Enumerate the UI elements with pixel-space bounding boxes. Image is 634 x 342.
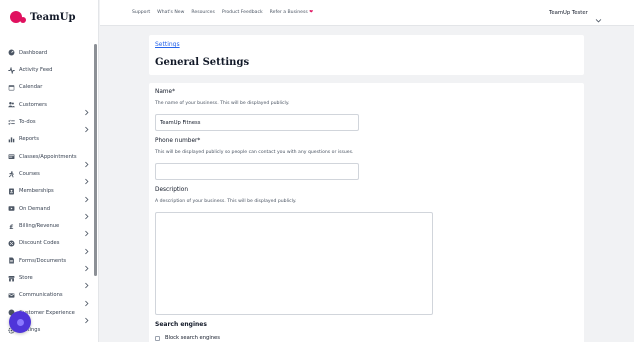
sidebar-item-communications[interactable]: Communications [0,287,98,307]
search-engines-title: Search engines [155,321,207,328]
description-help-text: A description of your business. This wil… [155,199,297,204]
sidebar-item-label: Memberships [19,188,54,195]
sidebar-item-label: Classes/Appointments [19,153,77,160]
phone-label: Phone number* [155,138,201,144]
sidebar-item-billing-revenue[interactable]: £ Billing/Revenue [0,217,98,237]
name-label: Name* [155,89,176,95]
chevron-right-icon [83,222,90,237]
dashboard-icon [8,49,15,56]
pound-icon: £ [8,223,15,230]
sidebar-item-label: On Demand [19,205,51,212]
heart-icon: ❤ [309,10,314,15]
chevron-right-icon [83,292,90,307]
sidebar-item-label: Calendar [19,84,43,91]
top-link-support[interactable]: Support [132,10,150,15]
mail-icon [8,292,15,299]
top-bar: Support What's New Resources Product Fee… [100,0,634,26]
sidebar-item-label: To-dos [19,119,36,126]
page-title: General Settings [155,57,250,68]
sidebar-item-label: Store [19,275,33,282]
general-settings-form: Name* The name of your business. This wi… [149,83,584,342]
sidebar-item-label: Customers [19,101,47,108]
sidebar-item-customers[interactable]: Customers [0,96,98,116]
refer-link-label: Refer a Business [269,10,308,15]
classes-icon [8,153,15,160]
name-field[interactable] [155,114,359,131]
block-search-engines-label: Block search engines [165,335,220,341]
activity-icon [8,66,15,74]
top-link-product-feedback[interactable]: Product Feedback [222,10,263,15]
users-icon [8,101,15,108]
description-field[interactable] [155,212,433,315]
top-links: Support What's New Resources Product Fee… [132,10,320,15]
sidebar-item-label: Reports [19,136,39,143]
membership-icon [8,188,15,195]
sidebar-item-label: Activity Feed [19,67,53,74]
chevron-right-icon [83,257,90,272]
block-search-engines-row[interactable]: Block search engines [155,335,220,341]
top-link-whats-new[interactable]: What's New [157,10,184,15]
store-icon [8,275,15,282]
sidebar-item-label: Communications [19,292,63,299]
breadcrumb-settings-link[interactable]: Settings [155,41,180,48]
reports-icon [8,136,15,143]
sidebar-item-label: Dashboard [19,49,48,56]
sidebar-item-calendar[interactable]: Calendar [0,79,98,96]
brand-name: TeamUp [30,11,76,23]
chevron-right-icon [83,153,90,168]
block-search-engines-checkbox[interactable] [155,335,160,341]
sidebar-item-store[interactable]: Store [0,269,98,289]
chevron-right-icon [83,240,90,255]
sidebar-item-label: Courses [19,171,40,178]
name-help-text: The name of your business. This will be … [155,101,290,106]
sidebar-item-activity-feed[interactable]: Activity Feed [0,61,98,78]
sidebar-nav: Dashboard Activity Feed Calendar Custome… [0,44,98,339]
sidebar-item-label: Discount Codes [19,240,60,247]
sidebar-item-to-dos[interactable]: To-dos [0,113,98,133]
sidebar: TeamUp Dashboard Activity Feed Calendar … [0,0,99,342]
video-icon [8,205,15,212]
teamup-logo-icon [10,10,27,24]
sidebar-item-reports[interactable]: Reports [0,131,98,148]
sidebar-item-label: Billing/Revenue [19,223,60,230]
sidebar-item-memberships[interactable]: Memberships [0,183,98,202]
sidebar-item-on-demand[interactable]: On Demand [0,200,98,220]
top-link-resources[interactable]: Resources [191,10,214,15]
chevron-right-icon [83,118,90,133]
chevron-right-icon [83,188,90,202]
sidebar-item-discount-codes[interactable]: Discount Codes [0,235,98,255]
chevron-right-icon [83,309,90,324]
chevron-right-icon [83,274,90,289]
chevron-right-icon [83,170,90,185]
phone-number-field[interactable] [155,163,359,180]
sidebar-item-classes-appointments[interactable]: Classes/Appointments [0,148,98,168]
brand-logo[interactable]: TeamUp [10,9,75,25]
help-chat-button[interactable] [9,311,31,333]
sidebar-scrollbar-thumb[interactable] [94,44,97,276]
chat-icon [16,318,24,326]
sidebar-item-label: Forms/Documents [19,257,67,264]
top-link-refer-a-business[interactable]: Refer a Business ❤ [270,10,313,15]
chevron-down-icon [595,9,602,23]
checklist-icon [8,119,15,126]
chevron-right-icon [83,205,90,220]
chevron-right-icon [83,101,90,116]
sidebar-item-courses[interactable]: Courses [0,165,98,185]
description-label: Description [155,187,189,193]
page-header-card: Settings General Settings [149,35,584,75]
svg-text:£: £ [9,224,13,230]
user-menu[interactable]: TeamUp Tester [549,9,602,23]
user-name: TeamUp Tester [549,9,588,16]
document-icon [8,257,15,264]
calendar-icon [8,84,15,91]
sidebar-item-dashboard[interactable]: Dashboard [0,44,98,61]
discount-icon [8,240,15,247]
courses-icon [8,170,15,178]
phone-help-text: This will be displayed publicly so peopl… [155,150,354,155]
sidebar-item-forms-documents[interactable]: Forms/Documents [0,252,98,272]
